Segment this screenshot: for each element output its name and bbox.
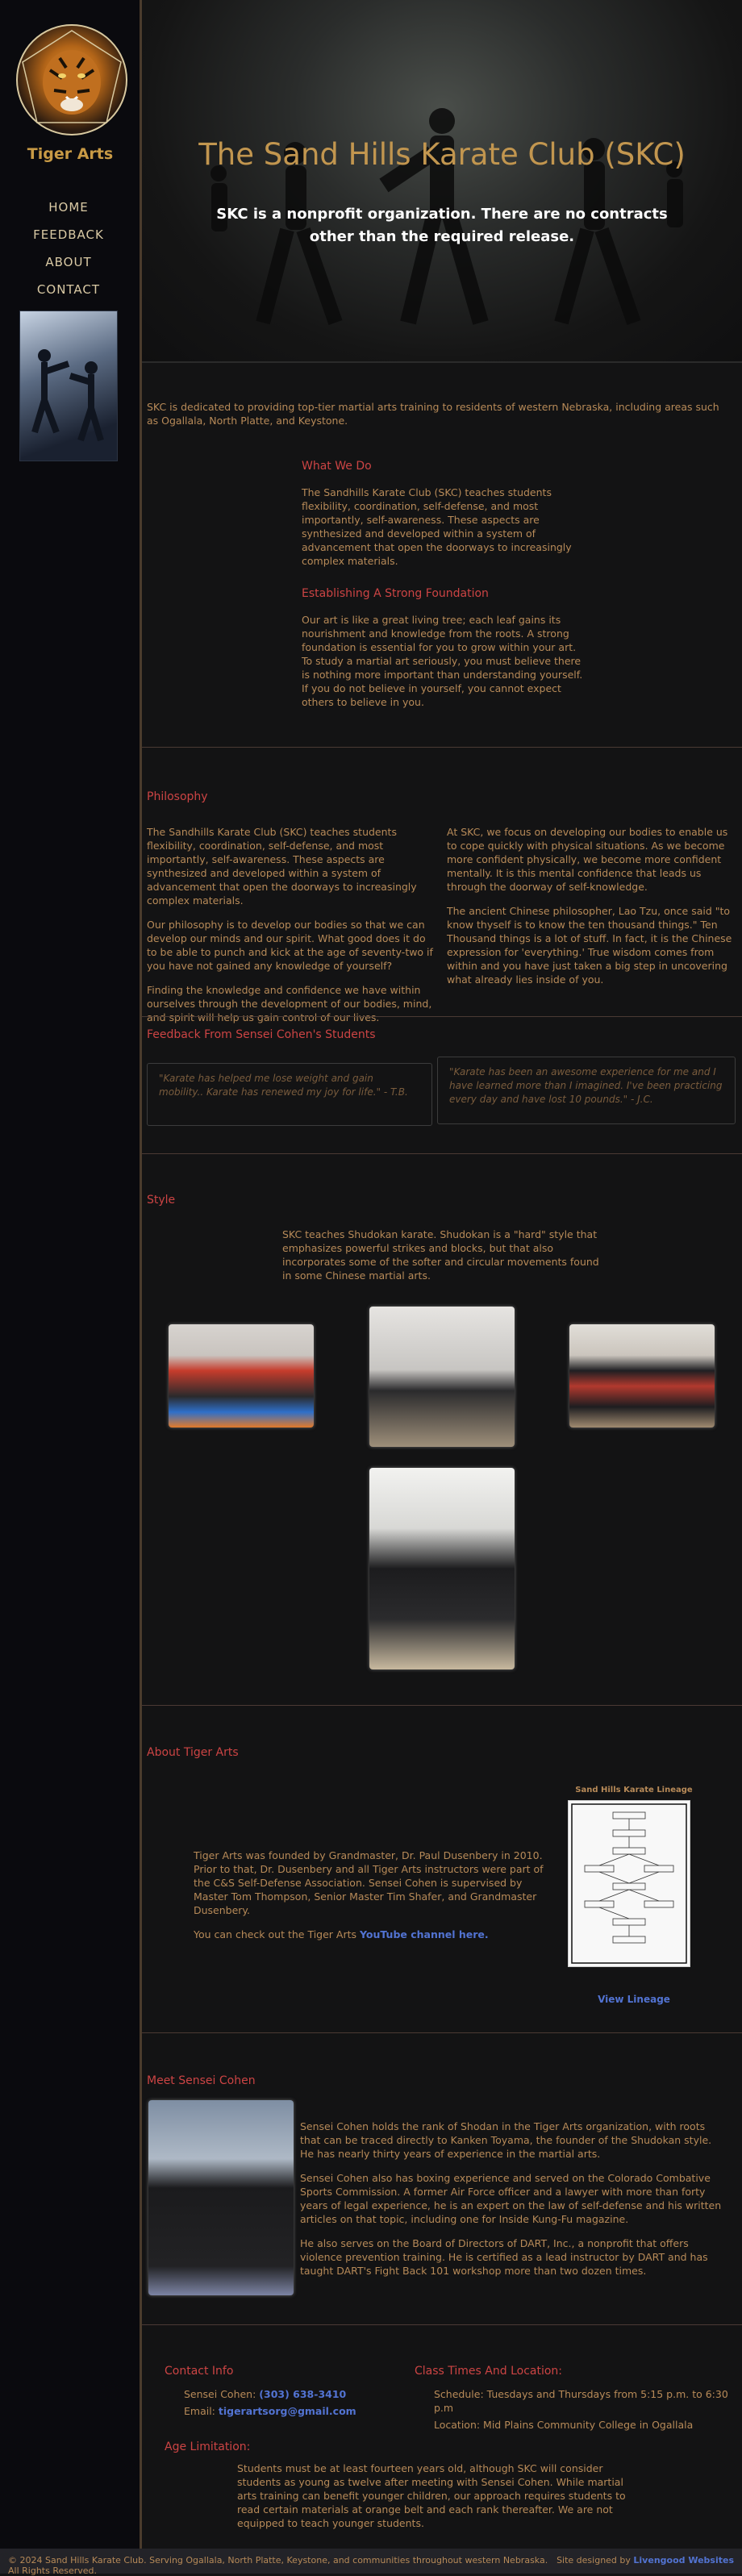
- tiger-icon: [16, 24, 127, 135]
- site-footer: © 2024 Sand Hills Karate Club. Serving O…: [0, 2549, 742, 2576]
- footer-copyright: © 2024 Sand Hills Karate Club. Serving O…: [8, 2555, 548, 2576]
- sensei-heading: Meet Sensei Cohen: [147, 2074, 256, 2087]
- view-lineage-link[interactable]: View Lineage: [598, 1994, 670, 2005]
- testimonial-2: "Karate has been an awesome experience f…: [437, 1057, 736, 1124]
- what-we-do-heading: What We Do: [302, 460, 372, 473]
- sensei-paragraph-2: Sensei Cohen also has boxing experience …: [300, 2172, 722, 2225]
- divider: [142, 1153, 742, 1154]
- divider: [142, 2032, 742, 2033]
- designer-link[interactable]: Livengood Websites: [633, 2555, 734, 2566]
- phone-link[interactable]: (303) 638-3410: [259, 2388, 346, 2400]
- philosophy-left-2: Our philosophy is to develop our bodies …: [147, 919, 433, 972]
- youtube-link[interactable]: YouTube channel here.: [360, 1928, 489, 1940]
- email-label: Email:: [184, 2405, 219, 2417]
- logo-title: Tiger Arts: [27, 145, 114, 163]
- lineage-chart-image[interactable]: [568, 1800, 690, 1967]
- location-text: Location: Mid Plains Community College i…: [434, 2419, 694, 2431]
- age-heading: Age Limitation:: [165, 2441, 251, 2453]
- sensei-paragraph-1: Sensei Cohen holds the rank of Shodan in…: [300, 2120, 712, 2160]
- class-photo-3: [569, 1324, 715, 1428]
- intro-text: SKC is dedicated to providing top-tier m…: [147, 401, 719, 427]
- what-we-do-text: The Sandhills Karate Club (SKC) teaches …: [302, 486, 572, 567]
- sensei-cohen-photo: [148, 2100, 294, 2295]
- class-times-heading: Class Times And Location:: [415, 2365, 563, 2378]
- sidebar-karate-image: [19, 311, 118, 461]
- nav-about[interactable]: ABOUT: [0, 248, 137, 276]
- about-text: Tiger Arts was founded by Grandmaster, D…: [194, 1849, 544, 1916]
- class-photo-1: [169, 1324, 314, 1428]
- divider: [142, 747, 742, 748]
- nav-feedback[interactable]: FEEDBACK: [0, 221, 137, 248]
- hero-title: The Sand Hills Karate Club (SKC): [198, 137, 686, 172]
- email-link[interactable]: tigerartsorg@gmail.com: [219, 2405, 356, 2417]
- sensei-phone-label: Sensei Cohen:: [184, 2388, 260, 2400]
- sidebar: Tiger Arts HOME FEEDBACK ABOUT CONTACT: [0, 0, 142, 2574]
- style-heading: Style: [147, 1194, 176, 1207]
- divider: [142, 1705, 742, 1706]
- tiger-arts-logo[interactable]: Tiger Arts: [10, 24, 131, 169]
- karate-silhouettes-image: [211, 108, 683, 325]
- class-photo-4: [369, 1468, 515, 1669]
- sensei-paragraph-3: He also serves on the Board of Directors…: [300, 2237, 708, 2277]
- hero-subtitle: SKC is a nonprofit organization. There a…: [216, 206, 668, 245]
- lineage-title: Sand Hills Karate Lineage: [575, 1786, 693, 1794]
- schedule-text: Schedule: Tuesdays and Thursdays from 5:…: [434, 2388, 728, 2414]
- class-photo-2: [369, 1307, 515, 1447]
- style-text: SKC teaches Shudokan karate. Shudokan is…: [282, 1228, 599, 1282]
- main-nav: HOME FEEDBACK ABOUT CONTACT: [0, 194, 137, 303]
- philosophy-left-1: The Sandhills Karate Club (SKC) teaches …: [147, 826, 417, 907]
- philosophy-heading: Philosophy: [147, 790, 208, 803]
- philosophy-right-2: The ancient Chinese philosopher, Lao Tzu…: [447, 905, 732, 986]
- philosophy-left-3: Finding the knowledge and confidence we …: [147, 984, 432, 1023]
- philosophy-right-1: At SKC, we focus on developing our bodie…: [447, 826, 728, 893]
- age-text: Students must be at least fourteen years…: [237, 2462, 626, 2529]
- foundation-heading: Establishing A Strong Foundation: [302, 587, 489, 600]
- about-heading: About Tiger Arts: [147, 1746, 239, 1759]
- designed-by-label: Site designed by: [556, 2555, 634, 2566]
- divider: [142, 1016, 742, 1017]
- nav-contact[interactable]: CONTACT: [0, 276, 137, 303]
- feedback-heading: Feedback From Sensei Cohen's Students: [147, 1028, 376, 1041]
- divider: [142, 2324, 742, 2325]
- nav-home[interactable]: HOME: [0, 194, 137, 221]
- youtube-prefix: You can check out the Tiger Arts: [194, 1928, 360, 1940]
- foundation-text: Our art is like a great living tree; eac…: [302, 614, 583, 708]
- hero-banner: The Sand Hills Karate Club (SKC) SKC is …: [142, 0, 742, 363]
- testimonial-1: "Karate has helped me lose weight and ga…: [147, 1063, 432, 1126]
